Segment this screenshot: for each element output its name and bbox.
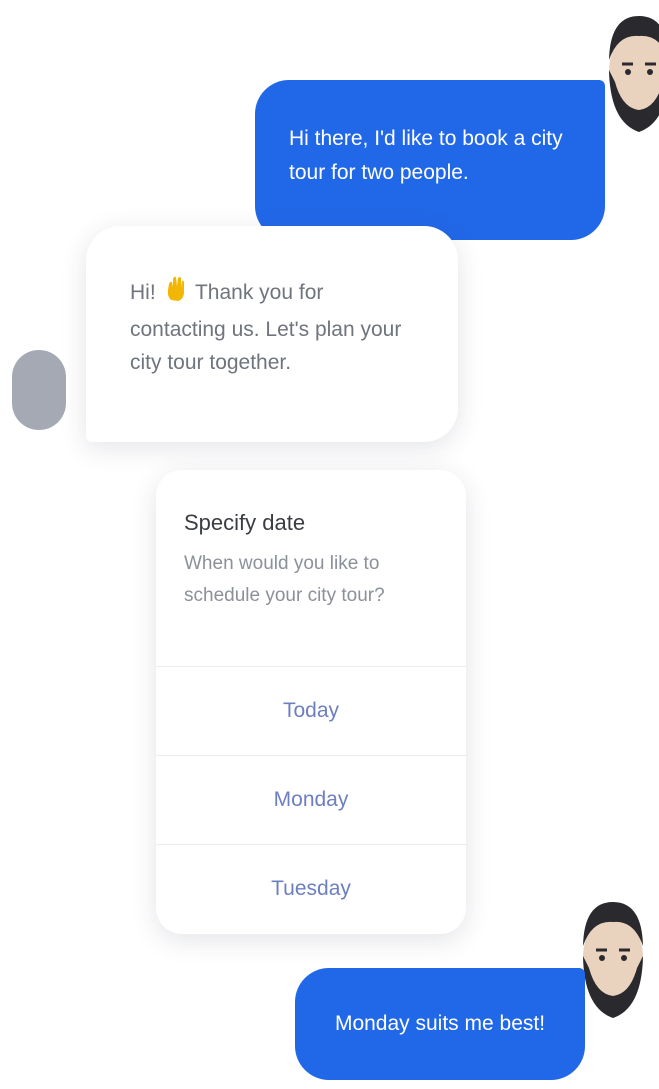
option-tuesday-button[interactable]: Tuesday bbox=[156, 844, 466, 933]
option-today-button[interactable]: Today bbox=[156, 666, 466, 755]
waving-hand-icon bbox=[166, 276, 186, 313]
bot-message-bubble: Hi! Thank you for contacting us. Let's p… bbox=[86, 226, 458, 442]
user-avatar-icon bbox=[574, 896, 652, 1026]
bot-greeting-hi: Hi! bbox=[130, 281, 156, 304]
user-avatar-icon bbox=[600, 10, 659, 140]
card-title: Specify date bbox=[184, 510, 306, 535]
specify-date-card: Specify date When would you like to sche… bbox=[156, 470, 466, 934]
chat-screen: Hi there, I'd like to book a city tour f… bbox=[0, 0, 659, 1089]
user-message-text: Hi there, I'd like to book a city tour f… bbox=[289, 127, 563, 184]
bot-avatar bbox=[12, 350, 66, 430]
user-reply-text: Monday suits me best! bbox=[334, 1012, 546, 1035]
user-reply-bubble: Monday suits me best! bbox=[295, 968, 585, 1080]
card-subtitle: When would you like to schedule your cit… bbox=[184, 553, 385, 607]
card-header: Specify date When would you like to sche… bbox=[156, 470, 466, 666]
user-message-bubble: Hi there, I'd like to book a city tour f… bbox=[255, 80, 605, 240]
option-monday-button[interactable]: Monday bbox=[156, 755, 466, 844]
